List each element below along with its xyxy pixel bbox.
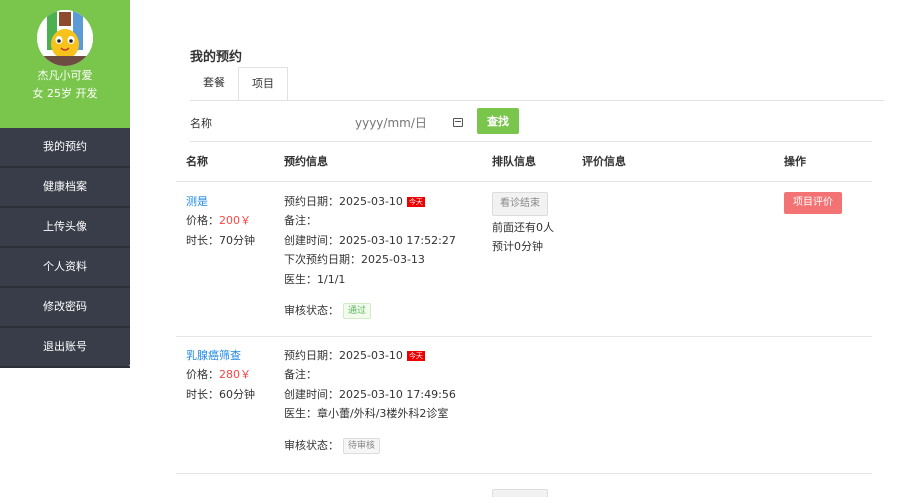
price-label: 价格： (186, 214, 219, 227)
price-line: 价格：200￥ (186, 211, 274, 231)
appointment-table: 名称 预约信息 排队信息 评价信息 操作 测是 价格：200￥ 时长：70分钟 … (176, 142, 872, 503)
duration: 时长：60分钟 (186, 385, 274, 405)
header-name: 名称 (176, 142, 274, 181)
price-line: 价格：280￥ (186, 365, 274, 385)
review-project-button[interactable]: 项目评价 (784, 192, 842, 214)
menu-my-appointments[interactable]: 我的预约 (0, 128, 130, 168)
avatar[interactable] (37, 10, 93, 66)
doctor: 医生：1/1/1 (284, 270, 482, 290)
item-name-link[interactable]: 测是 (186, 192, 274, 212)
queue-button[interactable] (492, 489, 548, 497)
next-appointment-date: 下次预约日期：2025-03-13 (284, 250, 482, 270)
cell-queue (482, 336, 572, 473)
header-queue-info: 排队信息 (482, 142, 572, 181)
main-content: 我的预约 套餐 项目 名称 查找 名称 预约信息 排队信息 评价信息 操作 (130, 0, 916, 486)
remark: 备注： (284, 365, 482, 385)
appointment-date-line: 预约日期：2025-03-10 今天 (284, 346, 482, 366)
user-name: 杰凡小可爱 (0, 69, 130, 83)
created-time: 创建时间：2025-03-10 17:52:27 (284, 231, 482, 251)
name-filter-label: 名称 (190, 115, 212, 131)
cell-action: 项目评价 (774, 181, 872, 336)
cell-appointment (274, 473, 482, 503)
tab-divider (190, 100, 884, 101)
tab-project[interactable]: 项目 (238, 67, 288, 101)
header-review-info: 评价信息 (572, 142, 774, 181)
cell-item: 乳腺癌筛查 价格：280￥ 时长：60分钟 (176, 336, 274, 473)
page-title: 我的预约 (190, 46, 242, 65)
appointment-date: 预约日期：2025-03-10 (284, 349, 403, 362)
date-input[interactable] (355, 112, 465, 134)
avatar-image (37, 10, 93, 66)
tab-package[interactable]: 套餐 (190, 67, 238, 101)
cell-appointment: 预约日期：2025-03-10 今天 备注： 创建时间：2025-03-10 17… (274, 336, 482, 473)
audit-line: 审核状态： 通过 (284, 301, 482, 321)
cell-queue: 看诊结束 前面还有0人 预计0分钟 (482, 181, 572, 336)
cell-action (774, 336, 872, 473)
today-badge: 今天 (407, 351, 425, 361)
user-meta: 女 25岁 开发 (0, 87, 130, 101)
tab-bar: 套餐 项目 (190, 67, 288, 101)
date-field[interactable] (355, 112, 465, 134)
table-row (176, 473, 872, 503)
audit-line: 审核状态： 待审核 (284, 436, 482, 456)
menu-change-password[interactable]: 修改密码 (0, 288, 130, 328)
remark: 备注： (284, 211, 482, 231)
filter-bar: 名称 查找 (190, 108, 872, 142)
visit-ended-button[interactable]: 看诊结束 (492, 192, 548, 216)
cell-item: 测是 价格：200￥ 时长：70分钟 (176, 181, 274, 336)
doctor: 医生：章小蕾/外科/3楼外科2诊室 (284, 404, 482, 424)
table-row: 乳腺癌筛查 价格：280￥ 时长：60分钟 预约日期：2025-03-10 今天 … (176, 336, 872, 473)
table-header: 名称 预约信息 排队信息 评价信息 操作 (176, 142, 872, 181)
menu-profile[interactable]: 个人资料 (0, 248, 130, 288)
created-time: 创建时间：2025-03-10 17:49:56 (284, 385, 482, 405)
header-appointment-info: 预约信息 (274, 142, 482, 181)
cell-review (572, 181, 774, 336)
price-value: 280￥ (219, 368, 251, 381)
menu-upload-avatar[interactable]: 上传头像 (0, 208, 130, 248)
price-value: 200￥ (219, 214, 251, 227)
cell-action (774, 473, 872, 503)
calendar-icon[interactable] (453, 118, 463, 127)
user-profile: 杰凡小可爱 女 25岁 开发 (0, 0, 130, 128)
sidebar: 杰凡小可爱 女 25岁 开发 我的预约 健康档案 上传头像 个人资料 修改密码 … (0, 0, 130, 366)
header-actions: 操作 (774, 142, 872, 181)
menu-logout[interactable]: 退出账号 (0, 328, 130, 368)
audit-status-badge: 通过 (343, 303, 371, 319)
table-row: 测是 价格：200￥ 时长：70分钟 预约日期：2025-03-10 今天 备注：… (176, 181, 872, 336)
cell-review (572, 336, 774, 473)
cell-item (176, 473, 274, 503)
item-name-link[interactable]: 乳腺癌筛查 (186, 346, 274, 366)
cell-review (572, 473, 774, 503)
audit-label: 审核状态： (284, 304, 339, 317)
cell-queue (482, 473, 572, 503)
audit-status-badge: 待审核 (343, 438, 380, 454)
duration: 时长：70分钟 (186, 231, 274, 251)
queue-ahead: 前面还有0人 (492, 218, 572, 238)
queue-wait: 预计0分钟 (492, 237, 572, 257)
search-button[interactable]: 查找 (477, 108, 519, 134)
price-label: 价格： (186, 368, 219, 381)
appointment-date-line: 预约日期：2025-03-10 今天 (284, 192, 482, 212)
audit-label: 审核状态： (284, 439, 339, 452)
menu-health-records[interactable]: 健康档案 (0, 168, 130, 208)
today-badge: 今天 (407, 197, 425, 207)
cell-appointment: 预约日期：2025-03-10 今天 备注： 创建时间：2025-03-10 17… (274, 181, 482, 336)
appointment-date: 预约日期：2025-03-10 (284, 195, 403, 208)
